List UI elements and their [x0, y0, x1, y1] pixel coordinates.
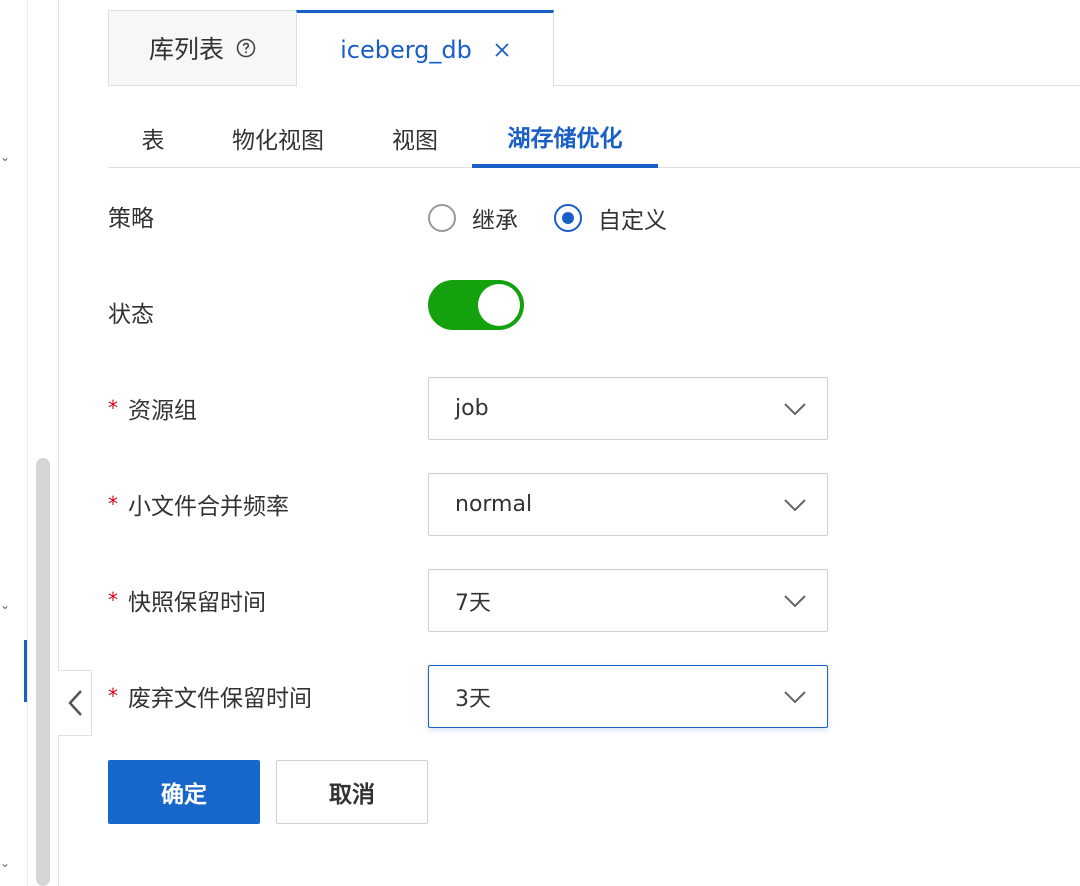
merge-frequency-select[interactable]: normal — [428, 473, 828, 536]
resource-group-select[interactable]: job — [428, 377, 828, 440]
sidebar-border — [58, 0, 59, 886]
status-label-text: 状态 — [108, 302, 154, 328]
radio-label: 自定义 — [598, 208, 667, 234]
tab-materialized-views[interactable]: 物化视图 — [218, 108, 338, 168]
radio-checked-icon[interactable] — [554, 204, 582, 232]
select-value: job — [455, 396, 489, 421]
sidebar-chevron-icon[interactable]: ⌄ — [0, 150, 10, 164]
resource-group-label-text: 资源组 — [128, 398, 197, 424]
status-label: 状态 — [108, 292, 154, 332]
tab-views[interactable]: 视图 — [378, 108, 452, 168]
chevron-down-icon — [784, 498, 806, 511]
radio-custom[interactable]: 自定义 — [554, 201, 667, 235]
strategy-label-text: 策略 — [108, 206, 154, 232]
sidebar-divider — [27, 0, 28, 886]
orphan-file-retention-select[interactable]: 3天 — [428, 665, 828, 728]
required-mark: * — [108, 684, 118, 708]
required-mark: * — [108, 396, 118, 420]
strategy-label: 策略 — [108, 196, 154, 236]
collapse-sidebar-button[interactable] — [58, 670, 92, 736]
snapshot-retention-select[interactable]: 7天 — [428, 569, 828, 632]
sub-tab-bar: 表 物化视图 视图 湖存储优化 — [108, 108, 1080, 168]
select-value: normal — [455, 492, 533, 517]
confirm-button[interactable]: 确定 — [108, 760, 260, 824]
sidebar-strip — [0, 0, 60, 886]
sidebar-chevron-icon[interactable]: ⌄ — [0, 598, 10, 612]
chevron-down-icon — [784, 594, 806, 607]
close-icon[interactable] — [494, 42, 510, 58]
tab-label: 库列表 — [148, 35, 224, 64]
select-value: 3天 — [455, 686, 491, 712]
radio-unchecked-icon[interactable] — [428, 204, 456, 232]
toggle-knob — [478, 284, 520, 326]
radio-inherit[interactable]: 继承 — [428, 201, 518, 235]
strategy-radio-group: 继承 自定义 — [428, 198, 703, 238]
tab-label: iceberg_db — [340, 35, 472, 64]
status-toggle-switch[interactable] — [428, 280, 524, 330]
top-tab-bar: 库列表 iceberg_db — [108, 10, 1080, 87]
resource-group-label: * 资源组 — [108, 388, 197, 428]
orphan-file-retention-label: * 废弃文件保留时间 — [108, 676, 312, 716]
chevron-left-icon — [67, 690, 82, 716]
tab-tables[interactable]: 表 — [128, 108, 178, 168]
snapshot-retention-label-text: 快照保留时间 — [128, 590, 266, 616]
required-mark: * — [108, 492, 118, 516]
tab-database-list[interactable]: 库列表 — [108, 10, 296, 86]
sidebar-active-marker — [24, 640, 27, 702]
tab-lake-storage-optimization[interactable]: 湖存储优化 — [472, 108, 658, 168]
chevron-down-icon — [784, 690, 806, 703]
chevron-down-icon — [784, 402, 806, 415]
select-value: 7天 — [455, 590, 491, 616]
help-icon[interactable] — [236, 38, 256, 58]
tab-iceberg-db[interactable]: iceberg_db — [296, 10, 554, 87]
radio-label: 继承 — [472, 208, 518, 234]
required-mark: * — [108, 588, 118, 612]
orphan-file-retention-label-text: 废弃文件保留时间 — [128, 686, 312, 712]
sidebar-scrollbar[interactable] — [36, 458, 50, 886]
cancel-button[interactable]: 取消 — [276, 760, 428, 824]
merge-frequency-label-text: 小文件合并频率 — [128, 494, 289, 520]
snapshot-retention-label: * 快照保留时间 — [108, 580, 266, 620]
merge-frequency-label: * 小文件合并频率 — [108, 484, 289, 524]
sidebar-chevron-icon[interactable]: ⌄ — [0, 856, 10, 870]
